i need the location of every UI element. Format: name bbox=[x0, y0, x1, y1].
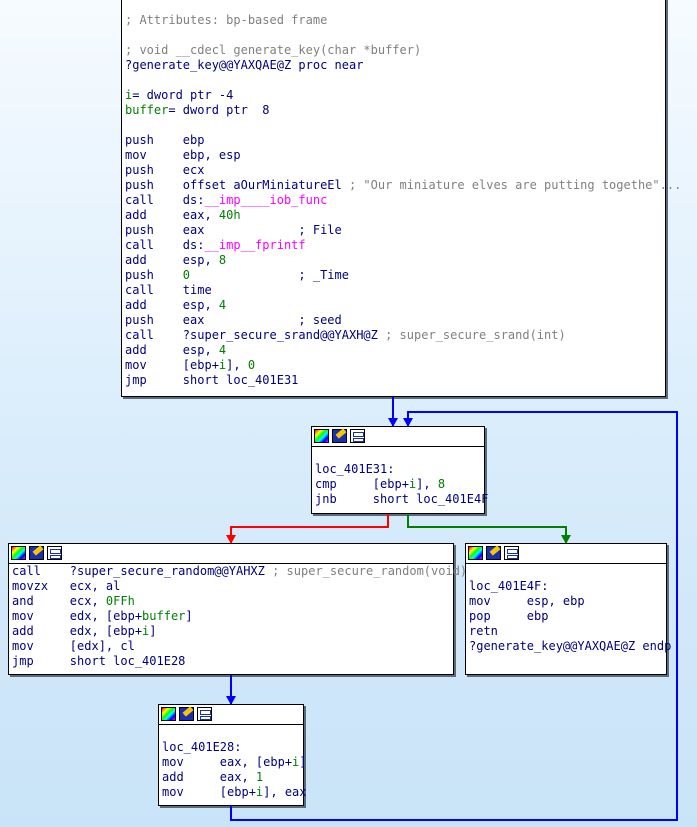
arrowhead-increment bbox=[226, 696, 236, 705]
edge-back-to-check bbox=[230, 411, 678, 821]
arrowhead-entry bbox=[388, 418, 398, 427]
arrowhead-body bbox=[226, 535, 236, 544]
flow-edges bbox=[226, 397, 678, 821]
edge-check-to-exit bbox=[407, 514, 567, 543]
arrowhead-back bbox=[403, 418, 413, 427]
arrowhead-exit bbox=[561, 535, 571, 544]
edge-check-to-body bbox=[230, 514, 389, 543]
